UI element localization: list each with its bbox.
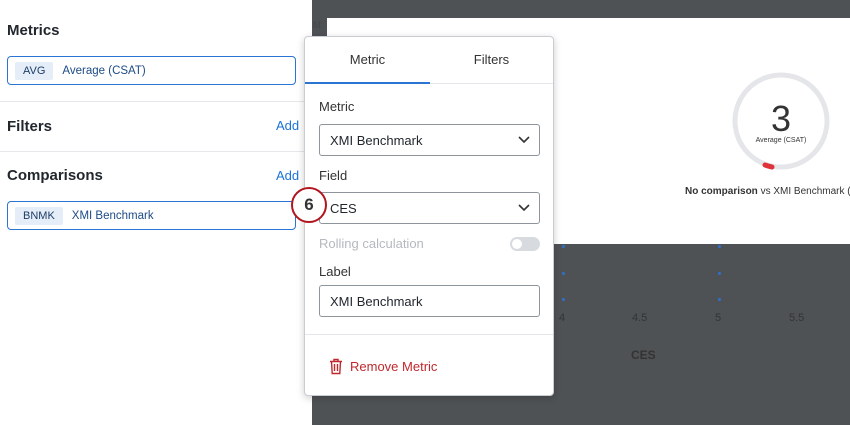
gauge-label: Average (CSAT) xyxy=(755,137,807,144)
comparison-tag: BNMK xyxy=(15,206,63,225)
field-select[interactable]: CES xyxy=(319,192,540,224)
field-field-label: Field xyxy=(319,168,348,183)
label-input[interactable]: XMI Benchmark xyxy=(319,285,540,317)
metric-select-value: XMI Benchmark xyxy=(330,132,423,148)
divider xyxy=(0,101,312,102)
gauge-fill xyxy=(762,162,775,170)
plot-point xyxy=(718,272,721,275)
label-input-value: XMI Benchmark xyxy=(330,293,423,309)
chevron-down-icon xyxy=(518,136,530,144)
trash-icon xyxy=(330,358,342,374)
x-tick: 5 xyxy=(715,312,722,324)
toggle-knob xyxy=(512,239,522,249)
x-axis-title: CES xyxy=(631,348,656,362)
comparison-summary: No comparison vs XMI Benchmark (N xyxy=(685,186,850,197)
popover-tabs: Metric Filters xyxy=(305,37,553,84)
plot-point xyxy=(562,298,565,301)
metric-label: Average (CSAT) xyxy=(62,64,146,77)
comparison-item-xmi-benchmark[interactable]: BNMK XMI Benchmark xyxy=(7,201,296,230)
popover-footer-divider xyxy=(305,334,553,335)
comparison-label: XMI Benchmark xyxy=(71,209,154,222)
x-tick: 4.5 xyxy=(632,312,648,324)
clipped-widget-title: tit xyxy=(313,20,321,31)
comparison-bold: No comparison xyxy=(685,186,758,197)
metric-field-label: Metric xyxy=(319,99,355,114)
gauge-value: 3 xyxy=(770,98,792,139)
metric-item-average-csat[interactable]: AVG Average (CSAT) xyxy=(7,56,296,85)
left-panel: Metrics AVG Average (CSAT) Filters Add C… xyxy=(0,0,313,425)
metric-select[interactable]: XMI Benchmark xyxy=(319,124,540,156)
add-comparison-link[interactable]: Add xyxy=(276,168,299,183)
plot-point xyxy=(718,245,721,248)
chevron-down-icon xyxy=(518,204,530,212)
tab-filters[interactable]: Filters xyxy=(430,37,553,83)
add-filter-link[interactable]: Add xyxy=(276,118,299,133)
step-number-badge: 6 xyxy=(291,187,327,223)
x-tick: 4 xyxy=(559,312,566,324)
rolling-calculation-toggle[interactable] xyxy=(510,237,540,251)
x-tick: 5.5 xyxy=(789,312,805,324)
remove-metric-label: Remove Metric xyxy=(350,358,438,374)
metrics-title: Metrics xyxy=(7,22,60,39)
plot-point xyxy=(562,245,565,248)
field-select-value: CES xyxy=(330,200,357,216)
label-field-label: Label xyxy=(319,264,351,279)
metric-tag: AVG xyxy=(15,61,54,80)
divider xyxy=(0,151,312,152)
remove-metric-button[interactable]: Remove Metric xyxy=(329,355,437,377)
metric-popover: Metric Filters Metric XMI Benchmark Fiel… xyxy=(304,36,554,396)
plot-point xyxy=(562,272,565,275)
plot-point xyxy=(718,298,721,301)
filters-title: Filters xyxy=(7,118,53,135)
comparisons-title: Comparisons xyxy=(7,167,103,184)
comparison-rest: vs XMI Benchmark (N xyxy=(757,186,850,197)
tab-metric[interactable]: Metric xyxy=(305,37,430,84)
rolling-calculation-label: Rolling calculation xyxy=(319,236,424,251)
